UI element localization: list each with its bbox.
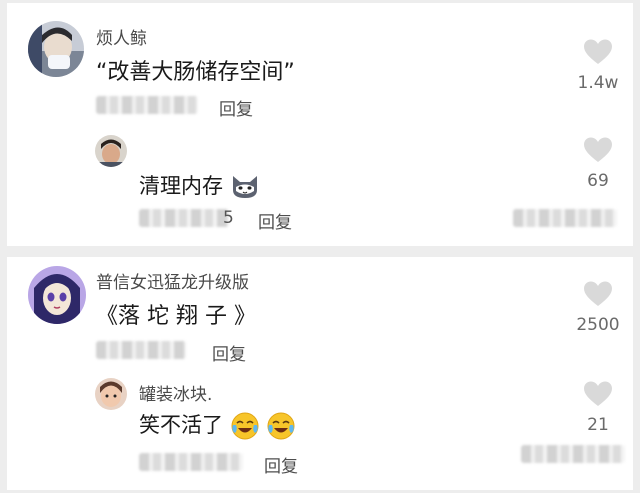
- blurred-text: [513, 209, 617, 227]
- comment-card: 烦人鲸 “改善大肠储存空间” 回复 1.4w 清理内存 5 回复 69: [7, 3, 633, 246]
- like-count: 2500: [576, 315, 620, 335]
- like-count: 21: [587, 415, 609, 435]
- like-count: 69: [587, 171, 609, 191]
- avatar[interactable]: [28, 266, 86, 324]
- blurred-date: [96, 341, 186, 359]
- reply-avatar[interactable]: [95, 378, 127, 410]
- blurred-date: [96, 96, 198, 114]
- reply-content-row: 笑不活了: [139, 409, 296, 441]
- blurred-date: [139, 453, 243, 471]
- like-button[interactable]: 1.4w: [568, 39, 628, 93]
- like-button[interactable]: 21: [568, 381, 628, 435]
- like-count: 1.4w: [577, 73, 619, 93]
- reply-button[interactable]: 回复: [258, 208, 292, 233]
- reply-avatar[interactable]: [95, 135, 127, 167]
- heart-icon: [584, 39, 612, 64]
- heart-icon: [584, 137, 612, 162]
- blurred-text: [521, 445, 625, 463]
- avatar[interactable]: [28, 21, 84, 77]
- laugh-cry-emoji-icon: [267, 412, 295, 440]
- reply-button[interactable]: 回复: [264, 452, 298, 477]
- reply-content-row: 清理内存: [139, 170, 260, 200]
- comment-content: “改善大肠储存空间”: [96, 60, 295, 85]
- comment-card: 普信女迅猛龙升级版 《落 坨 翔 子 》 回复 2500 罐装冰块. 笑不活了: [7, 257, 633, 490]
- comment-content: 《落 坨 翔 子 》: [96, 304, 256, 329]
- laugh-cry-emoji-icon: [231, 412, 259, 440]
- comment-username[interactable]: 烦人鲸: [96, 24, 147, 49]
- like-button[interactable]: 69: [568, 137, 628, 191]
- blurred-date: [139, 209, 229, 227]
- reply-content: 笑不活了: [139, 413, 223, 437]
- like-button[interactable]: 2500: [568, 281, 628, 335]
- comment-username[interactable]: 普信女迅猛龙升级版: [96, 268, 249, 293]
- reply-button[interactable]: 回复: [219, 95, 253, 120]
- heart-icon: [584, 281, 612, 306]
- reply-username[interactable]: 罐装冰块.: [139, 380, 212, 405]
- heart-icon: [584, 381, 612, 406]
- date-suffix: 5: [223, 208, 234, 228]
- reply-content: 清理内存: [139, 174, 223, 198]
- cat-emoji-icon: [232, 176, 257, 198]
- reply-button[interactable]: 回复: [212, 340, 246, 365]
